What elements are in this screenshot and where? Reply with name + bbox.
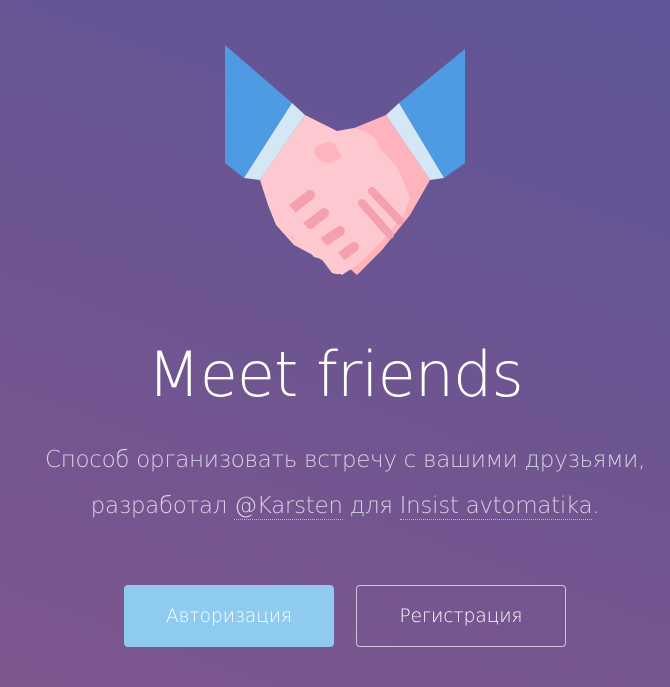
description-line-1: Способ организовать встречу с вашими дру…: [44, 447, 646, 473]
author-link[interactable]: @Karsten: [234, 493, 343, 520]
description: Способ организовать встречу с вашими дру…: [0, 437, 670, 529]
page-title: Meet friends: [147, 338, 523, 411]
description-suffix: .: [592, 493, 600, 519]
handshake-icon: [222, 45, 468, 281]
login-button[interactable]: Авторизация: [124, 585, 334, 647]
register-button-label: Регистрация: [399, 605, 523, 627]
company-link[interactable]: Insist avtomatika: [399, 493, 593, 520]
description-middle: для: [349, 493, 393, 519]
login-button-label: Авторизация: [166, 605, 292, 627]
register-button[interactable]: Регистрация: [356, 585, 566, 647]
description-prefix: разработал: [90, 493, 228, 519]
description-line-2: разработал @Karsten для Insist avtomatik…: [0, 483, 670, 529]
